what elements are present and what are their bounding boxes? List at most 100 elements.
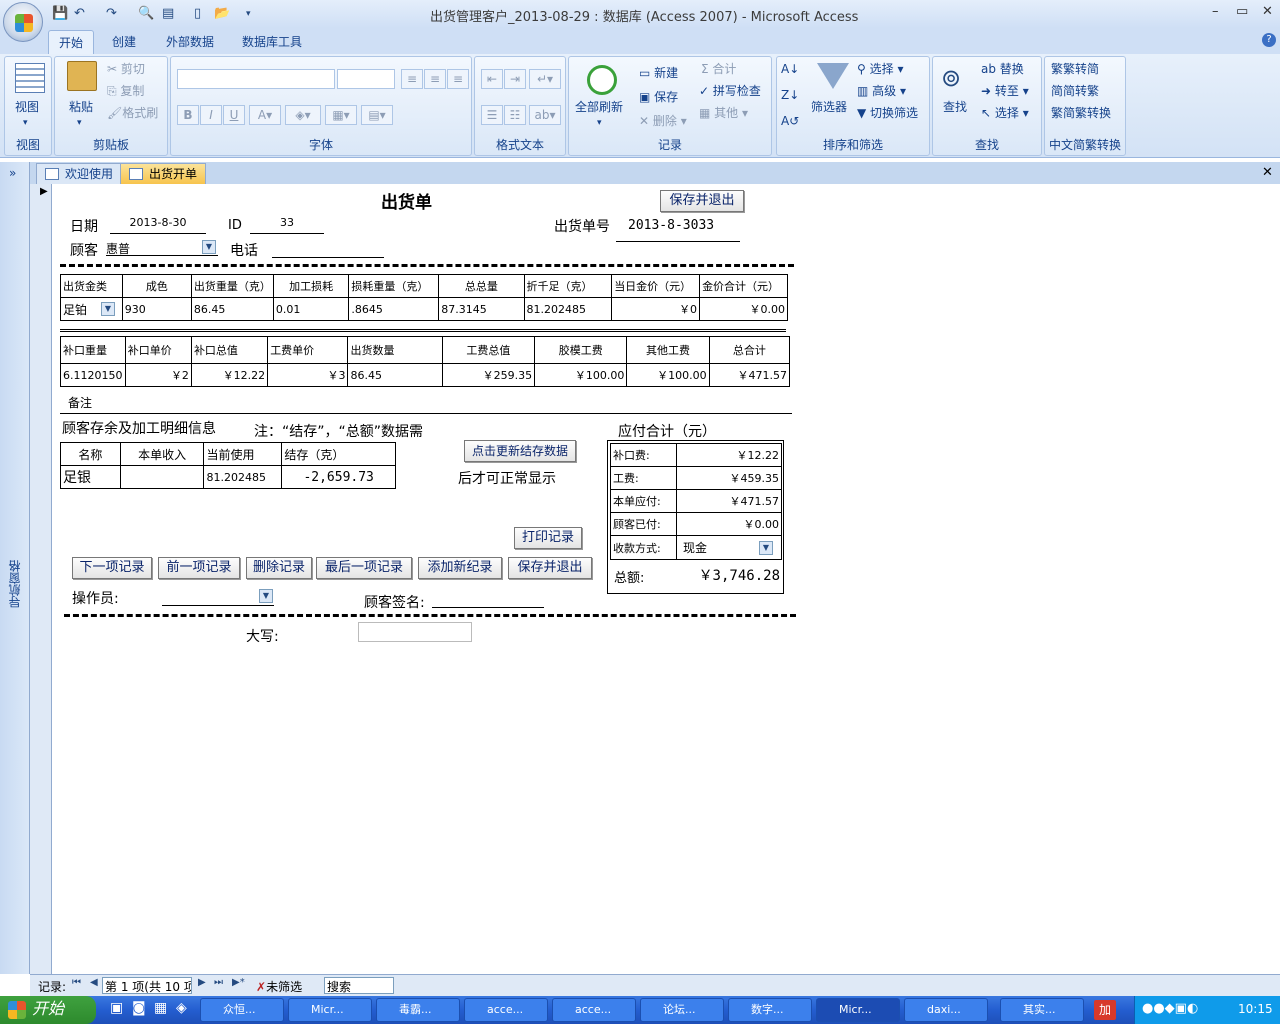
filter-status[interactable]: ✗未筛选 <box>256 978 302 995</box>
undo-icon[interactable]: ↶ <box>74 5 85 23</box>
chevron-down-icon[interactable]: ▼ <box>259 589 273 603</box>
table-cell[interactable]: ￥100.00 <box>534 363 628 387</box>
tab-create[interactable]: 创建 <box>102 30 146 54</box>
table-cell[interactable]: 6.1120150 <box>60 363 126 387</box>
record-selector[interactable] <box>30 184 52 974</box>
taskbar-item[interactable]: acce... <box>552 998 636 1022</box>
simplified-to-traditional-button[interactable]: 简简转繁 <box>1051 83 1099 99</box>
table-cell[interactable]: ￥471.57 <box>708 363 791 387</box>
save-exit-top-button[interactable]: 保存并退出 <box>660 190 744 212</box>
font-size-dropdown[interactable] <box>337 69 395 89</box>
new-record-button[interactable]: ▭ 新建 <box>639 65 678 81</box>
replace-button[interactable]: ab 替换 <box>981 61 1024 77</box>
paste-button[interactable]: 粘贴 <box>69 99 93 115</box>
clear-sort-icon[interactable]: A↺ <box>781 113 799 129</box>
view-button[interactable]: 视图 <box>15 99 39 115</box>
highlight-icon[interactable]: ab▾ <box>529 105 561 125</box>
tab-home[interactable]: 开始 <box>48 30 95 54</box>
sort-ascending-icon[interactable]: A↓ <box>781 61 799 77</box>
taskbar-item[interactable]: Micr... <box>816 998 900 1022</box>
tab-external-data[interactable]: 外部数据 <box>156 30 224 54</box>
payment-method-combo[interactable]: 现金 ▼ <box>676 535 782 560</box>
table-cell[interactable]: ￥259.35 <box>441 363 536 387</box>
underline-button[interactable]: U <box>223 105 245 125</box>
maximize-button[interactable]: ▭ <box>1236 4 1248 19</box>
open-folder-icon[interactable]: 📂 <box>214 5 230 23</box>
copy-button[interactable]: ⎘ 复制 <box>107 83 144 99</box>
add-record-button[interactable]: 添加新纪录 <box>418 557 502 579</box>
table-cell[interactable]: 81.202485 <box>523 297 613 321</box>
save-icon[interactable]: 💾 <box>52 5 68 23</box>
more-button[interactable]: ▦ 其他 ▾ <box>699 105 748 121</box>
print-record-button[interactable]: 打印记录 <box>514 527 582 549</box>
filter-button[interactable]: 筛选器 <box>811 99 847 115</box>
align-center-icon[interactable]: ≡ <box>424 69 446 89</box>
amount-due-value[interactable]: ￥471.57 <box>676 489 782 513</box>
nav-pane-label[interactable]: 导航窗格 <box>6 560 23 608</box>
previous-record-button[interactable]: 前一项记录 <box>158 557 240 579</box>
bold-button[interactable]: B <box>177 105 199 125</box>
table-cell[interactable]: 0.01 <box>272 297 350 321</box>
refresh-all-button[interactable]: 全部刷新 <box>575 99 623 115</box>
align-right-icon[interactable]: ≡ <box>447 69 469 89</box>
taskbar-item[interactable]: 数字... <box>728 998 812 1022</box>
quick-launch-icon[interactable]: ◈ <box>176 1000 187 1016</box>
goto-button[interactable]: ➜ 转至 ▾ <box>981 83 1029 99</box>
font-color-icon[interactable]: A▾ <box>249 105 281 125</box>
sort-descending-icon[interactable]: Z↓ <box>781 87 799 103</box>
delete-record-button[interactable]: ✕ 删除 ▾ <box>639 113 687 129</box>
close-window-button[interactable]: ✕ <box>1262 4 1273 19</box>
total-value[interactable]: ￥3,746.28 <box>680 565 780 585</box>
minimize-button[interactable]: – <box>1212 4 1219 19</box>
metal-type-cell[interactable]: 足铂 ▼ <box>60 297 123 321</box>
print-preview-icon[interactable]: 🔍 <box>138 5 154 23</box>
amount-paid-value[interactable]: ￥0.00 <box>676 512 782 536</box>
quick-launch-icon[interactable]: ◙ <box>132 1000 146 1016</box>
table-cell[interactable]: 86.45 <box>190 297 274 321</box>
taskbar-item[interactable]: acce... <box>464 998 548 1022</box>
find-button[interactable]: 查找 <box>943 99 967 115</box>
last-record-button[interactable]: 最后一项记录 <box>316 557 412 579</box>
labor-fee-value[interactable]: ￥459.35 <box>676 466 782 490</box>
redo-icon[interactable]: ↷ <box>106 5 117 23</box>
table-cell[interactable]: 81.202485 <box>203 465 283 489</box>
remark-field[interactable] <box>60 398 792 414</box>
taskbar-item[interactable]: 论坛... <box>640 998 724 1022</box>
table-cell[interactable] <box>119 465 205 489</box>
chevron-down-icon[interactable]: ▼ <box>759 541 773 555</box>
quick-launch-icon[interactable]: ▦ <box>154 1000 167 1016</box>
record-position-field[interactable]: 第 1 项(共 10 项 <box>102 977 192 994</box>
expand-nav-icon[interactable]: » <box>9 166 16 180</box>
search-input[interactable]: 搜索 <box>324 977 394 994</box>
last-record-icon[interactable]: ⏭ <box>214 977 223 988</box>
totals-button[interactable]: Σ 合计 <box>701 61 736 77</box>
table-cell[interactable]: ￥0.00 <box>699 297 788 321</box>
font-name-dropdown[interactable] <box>177 69 335 89</box>
table-cell[interactable]: -2,659.73 <box>281 465 396 489</box>
qat-customize-icon[interactable]: ▾ <box>246 5 251 23</box>
gridlines-icon[interactable]: ▦▾ <box>325 105 357 125</box>
close-tab-icon[interactable]: ✕ <box>1262 165 1273 180</box>
mode-icon[interactable]: ▤ <box>162 5 174 23</box>
indent-decrease-icon[interactable]: ⇤ <box>481 69 503 89</box>
save-record-button[interactable]: ▣ 保存 <box>639 89 678 105</box>
tray-icons[interactable]: ●●◆▣◐ <box>1142 1001 1198 1016</box>
quick-launch-icon[interactable]: ▣ <box>110 1000 123 1016</box>
save-exit-button[interactable]: 保存并退出 <box>508 557 592 579</box>
update-balance-button[interactable]: 点击更新结存数据 <box>464 440 576 462</box>
prev-record-icon[interactable]: ◀ <box>90 977 98 988</box>
indent-increase-icon[interactable]: ⇥ <box>504 69 526 89</box>
table-cell[interactable]: ￥2 <box>124 363 192 387</box>
table-cell[interactable]: 足银 <box>60 465 121 489</box>
selection-filter-button[interactable]: ⚲ 选择 ▾ <box>857 61 903 77</box>
advanced-filter-button[interactable]: ▥ 高级 ▾ <box>857 83 906 99</box>
cut-button[interactable]: ✂ 剪切 <box>107 61 145 77</box>
table-cell[interactable]: ￥100.00 <box>626 363 710 387</box>
taskbar-item[interactable]: 其实... <box>1000 998 1084 1022</box>
taskbar-item[interactable]: 众恒... <box>200 998 284 1022</box>
bullets-icon[interactable]: ☰ <box>481 105 503 125</box>
table-cell[interactable]: ￥0 <box>611 297 701 321</box>
table-cell[interactable]: .8645 <box>348 297 440 321</box>
chevron-down-icon[interactable]: ▾ <box>23 115 28 131</box>
toggle-filter-button[interactable]: ▼ 切换筛选 <box>857 105 918 121</box>
